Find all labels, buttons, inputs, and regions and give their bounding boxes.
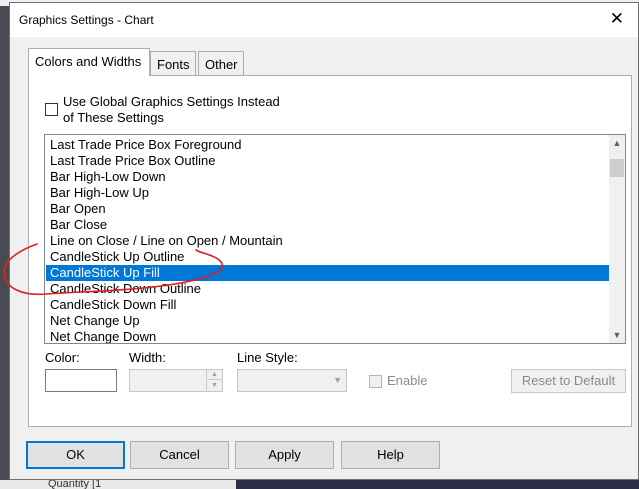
window-title: Graphics Settings - Chart <box>19 13 154 27</box>
scroll-down-icon[interactable]: ▼ <box>609 327 625 343</box>
tab-other[interactable]: Other <box>198 51 244 76</box>
cancel-button[interactable]: Cancel <box>130 441 229 469</box>
tab-label: Other <box>205 57 238 72</box>
line-style-dropdown[interactable]: ▼ <box>237 369 347 392</box>
background-quantity-text: Quantity [1 <box>48 480 102 489</box>
scroll-thumb[interactable] <box>610 159 624 177</box>
tab-colors-and-widths[interactable]: Colors and Widths <box>28 48 150 76</box>
label-line: of These Settings <box>63 110 164 125</box>
color-swatch-button[interactable] <box>45 369 117 392</box>
scroll-up-icon[interactable]: ▲ <box>609 135 625 151</box>
spin-up-icon[interactable]: ▲ <box>206 370 222 380</box>
tab-label: Colors and Widths <box>35 54 142 69</box>
background-app-dark-strip <box>236 480 639 489</box>
list-item[interactable]: Bar High-Low Up <box>46 185 609 201</box>
list-item[interactable]: Bar High-Low Down <box>46 169 609 185</box>
title-bar[interactable]: Graphics Settings - Chart ✕ <box>10 3 638 37</box>
list-item[interactable]: Bar Open <box>46 201 609 217</box>
list-item[interactable]: Net Change Up <box>46 313 609 329</box>
list-item[interactable]: Last Trade Price Box Outline <box>46 153 609 169</box>
use-global-settings-checkbox[interactable] <box>45 103 58 116</box>
ok-button[interactable]: OK <box>26 441 125 469</box>
background-app-strip <box>0 480 236 489</box>
width-spinbox[interactable]: ▲ ▼ <box>129 369 223 392</box>
list-item[interactable]: Net Change Down <box>46 329 609 343</box>
enable-checkbox[interactable] <box>369 375 382 388</box>
spin-down-icon[interactable]: ▼ <box>206 381 222 391</box>
help-button[interactable]: Help <box>341 441 440 469</box>
reset-to-default-button[interactable]: Reset to Default <box>511 369 626 393</box>
chevron-down-icon: ▼ <box>333 375 342 385</box>
label-line: Use Global Graphics Settings Instead <box>63 94 280 109</box>
close-icon[interactable]: ✕ <box>610 9 624 29</box>
enable-label: Enable <box>387 373 428 388</box>
red-annotation-circle <box>3 243 224 296</box>
tab-label: Fonts <box>157 57 190 72</box>
use-global-settings-label[interactable]: Use Global Graphics Settings Instead of … <box>63 94 280 126</box>
width-label: Width: <box>129 350 166 365</box>
color-label: Color: <box>45 350 80 365</box>
tab-fonts[interactable]: Fonts <box>150 51 196 76</box>
list-item[interactable]: Last Trade Price Box Foreground <box>46 137 609 153</box>
line-style-label: Line Style: <box>237 350 298 365</box>
vertical-scrollbar[interactable]: ▲ ▼ <box>609 135 625 343</box>
apply-button[interactable]: Apply <box>235 441 334 469</box>
